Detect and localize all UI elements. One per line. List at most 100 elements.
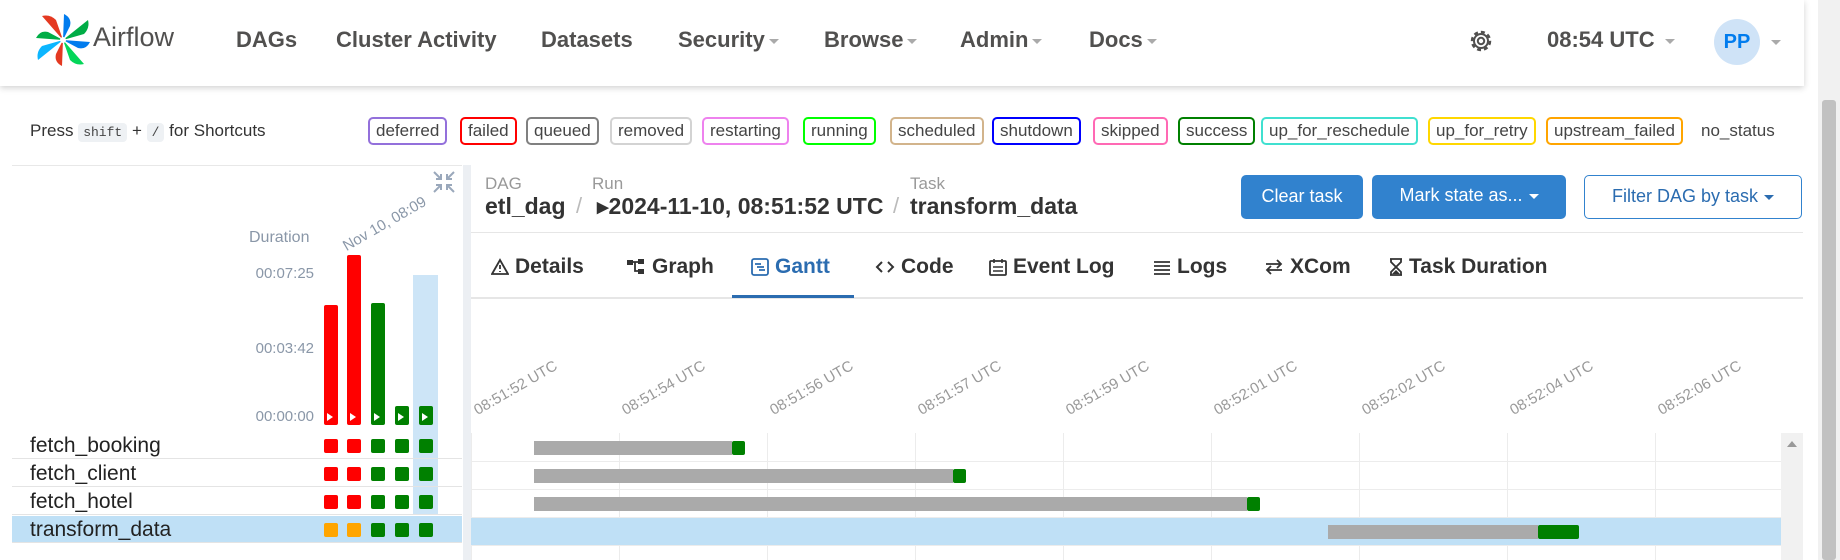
task-instance-square[interactable] [347,439,361,453]
run-duration-bar[interactable] [395,406,409,425]
run-duration-bar[interactable] [419,406,433,425]
legend-up-for-retry[interactable]: up_for_retry [1428,117,1536,145]
legend-up-for-reschedule[interactable]: up_for_reschedule [1261,117,1418,145]
legend-removed[interactable]: removed [610,117,693,145]
task-instance-square[interactable] [324,495,338,509]
task-name[interactable]: fetch_booking [30,434,161,458]
legend-queued[interactable]: queued [526,117,599,145]
run-duration-bar[interactable] [347,255,361,425]
task-instance-square[interactable] [395,439,409,453]
gantt-row[interactable] [471,518,1781,546]
legend-success[interactable]: success [1178,117,1256,145]
tab-logs[interactable]: Logs [1153,255,1227,279]
task-instance-square[interactable] [395,523,409,537]
tab-event-log[interactable]: Event Log [989,255,1115,279]
brand-name[interactable]: Airflow [93,22,174,53]
nav-security[interactable]: Security [678,27,779,53]
task-instance-square[interactable] [371,495,385,509]
mark-state-button[interactable]: Mark state as... [1372,175,1566,219]
nav-browse-label: Browse [824,27,904,52]
duration-tick: 00:07:25 [255,265,314,282]
legend-running[interactable]: running [803,117,876,145]
collapse-icon[interactable] [432,170,456,194]
legend-skipped[interactable]: skipped [1093,117,1168,145]
task-instance-square[interactable] [419,467,433,481]
tab-xcom[interactable]: XCom [1264,255,1351,279]
task-instance-square[interactable] [419,495,433,509]
task-instance-square[interactable] [371,467,385,481]
task-instance-square[interactable] [419,439,433,453]
task-instance-square[interactable] [347,495,361,509]
task-instance-square[interactable] [371,523,385,537]
legend-shutdown[interactable]: shutdown [992,117,1081,145]
gantt-run-bar[interactable] [732,441,745,455]
gantt-scrollbar[interactable] [1781,433,1803,560]
legend-failed[interactable]: failed [460,117,517,145]
gantt-queued-bar[interactable] [1328,525,1539,539]
mark-state-label: Mark state as... [1399,185,1523,205]
legend-no-status[interactable]: no_status [1701,121,1775,141]
task-name[interactable]: fetch_hotel [30,490,133,514]
scroll-up-icon[interactable] [1787,441,1797,447]
task-instance-square[interactable] [324,439,338,453]
clear-task-button[interactable]: Clear task [1241,175,1363,219]
breadcrumb-task[interactable]: transform_data [910,193,1077,220]
user-avatar[interactable]: PP [1714,19,1760,65]
task-instance-square[interactable] [395,495,409,509]
breadcrumb-run[interactable]: ▶2024-11-10, 08:51:52 UTC [597,193,883,220]
play-icon [350,413,356,421]
list-icon [1154,261,1170,275]
legend-scheduled[interactable]: scheduled [890,117,984,145]
breadcrumb-dag[interactable]: etl_dag [485,193,566,220]
tab-code[interactable]: Code [875,255,954,279]
breadcrumb-run-key: Run [592,174,624,193]
airflow-logo-icon[interactable] [34,12,92,68]
tab-gantt-label: Gantt [775,255,830,278]
tab-details[interactable]: Details [490,255,584,279]
task-instance-square[interactable] [347,523,361,537]
task-instance-square[interactable] [347,467,361,481]
nav-docs[interactable]: Docs [1089,27,1157,53]
gantt-queued-bar[interactable] [533,469,954,483]
task-instance-square[interactable] [324,523,338,537]
shortcuts-hint: Press shift + / for Shortcuts [30,121,266,142]
timezone-clock[interactable]: 08:54 UTC [1547,27,1675,53]
task-name[interactable]: fetch_client [30,462,136,486]
nav-cluster-activity-label: Cluster Activity [336,27,497,52]
run-duration-bar[interactable] [371,303,385,425]
gantt-run-bar[interactable] [1538,525,1579,539]
gantt-queued-bar[interactable] [533,441,733,455]
chevron-down-icon [1764,194,1775,200]
chevron-down-icon [1032,38,1043,44]
run-duration-bar[interactable] [324,305,338,425]
active-tab-indicator [732,295,854,298]
chevron-down-icon[interactable] [1771,40,1781,45]
page-scrollbar-thumb[interactable] [1822,100,1836,560]
nav-datasets[interactable]: Datasets [541,27,633,53]
nav-docs-label: Docs [1089,27,1143,52]
chevron-down-icon [1528,193,1539,199]
legend-upstream-failed[interactable]: upstream_failed [1546,117,1683,145]
nav-browse[interactable]: Browse [824,27,918,53]
task-instance-square[interactable] [419,523,433,537]
nav-admin[interactable]: Admin [960,27,1043,53]
gantt-queued-bar[interactable] [533,497,1248,511]
task-instance-square[interactable] [395,467,409,481]
graph-icon [627,259,644,274]
task-instance-square[interactable] [324,467,338,481]
legend-deferred[interactable]: deferred [368,117,448,145]
filter-dag-button[interactable]: Filter DAG by task [1584,175,1802,219]
gantt-run-bar[interactable] [1247,497,1260,511]
panel-resize-handle[interactable] [463,165,471,560]
tab-gantt[interactable]: Gantt [751,255,830,279]
nav-cluster-activity[interactable]: Cluster Activity [336,27,497,53]
gantt-run-bar[interactable] [953,469,966,483]
tab-graph[interactable]: Graph [626,255,714,279]
chevron-down-icon [1664,38,1675,44]
legend-restarting[interactable]: restarting [702,117,789,145]
task-name[interactable]: transform_data [30,518,171,542]
tab-task-duration[interactable]: Task Duration [1389,255,1547,279]
gear-icon[interactable] [1466,26,1496,56]
task-instance-square[interactable] [371,439,385,453]
nav-dags[interactable]: DAGs [236,27,297,53]
